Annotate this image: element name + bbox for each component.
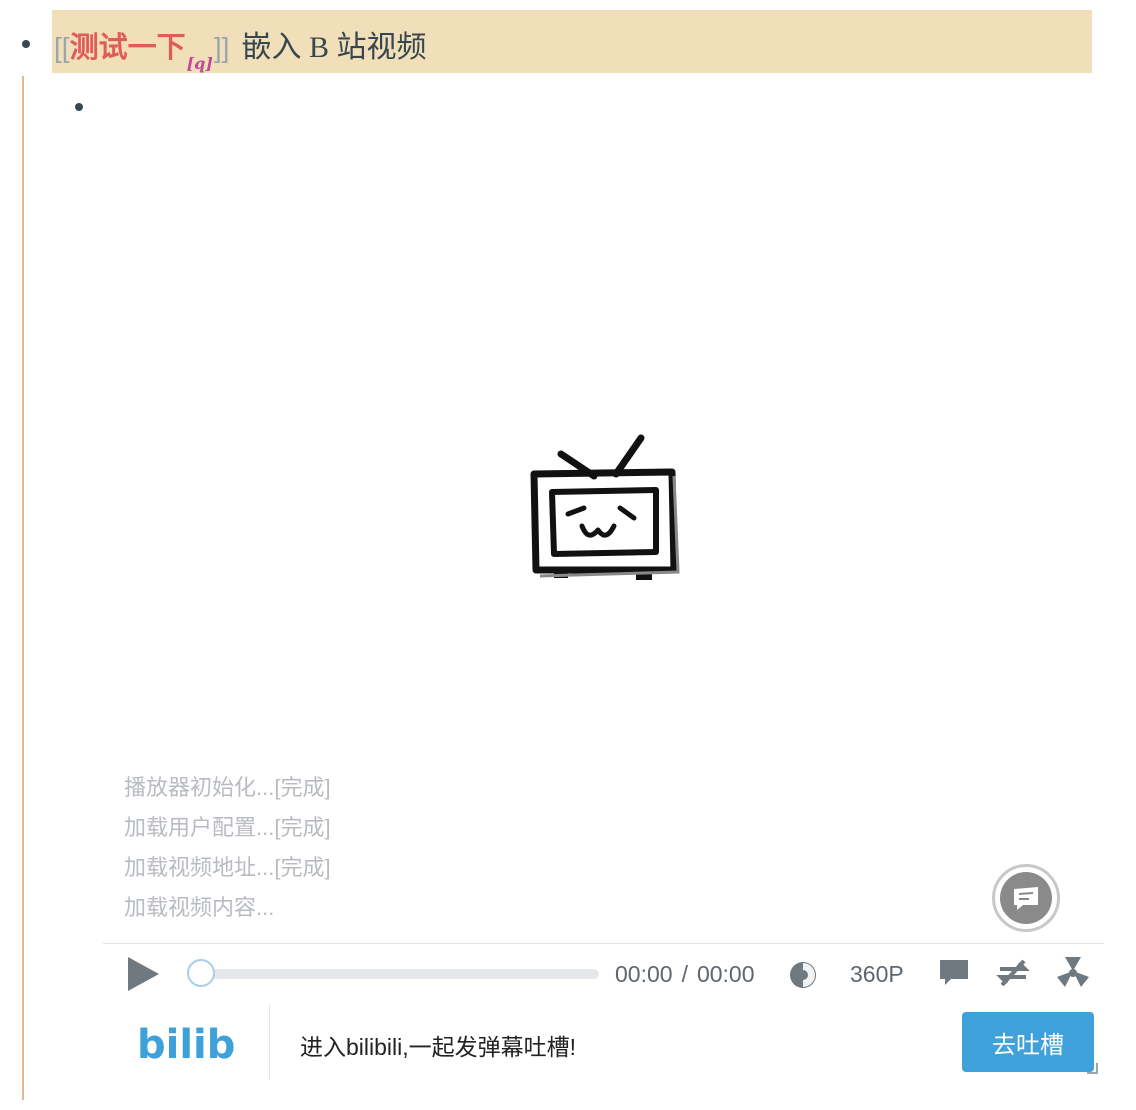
danmaku-toggle-icon[interactable] [938, 957, 970, 987]
quality-selector[interactable]: 360P [850, 961, 904, 988]
block-bullet[interactable] [22, 40, 30, 48]
danmaku-badge-button[interactable] [992, 864, 1060, 932]
loop-icon[interactable] [995, 957, 1031, 989]
block-title[interactable]: [[ 测试一下 [q] ]] 嵌入 B 站视频 [54, 22, 426, 73]
svg-text:bilibili: bilibili [137, 1022, 235, 1068]
loading-log-line: 加载用户配置...[完成] [124, 815, 331, 840]
loading-log-line: 播放器初始化...[完成] [124, 775, 331, 800]
footer-divider [269, 1004, 270, 1080]
time-display: 00:00 / 00:00 [615, 961, 755, 988]
time-separator: / [681, 961, 688, 987]
radiation-icon[interactable] [1055, 957, 1091, 989]
danmaku-badge-icon [1014, 887, 1038, 910]
progress-knob[interactable] [187, 959, 215, 987]
footer-invite-text: 进入bilibili,一起发弹幕吐槽! [300, 1034, 577, 1060]
resize-handle-icon[interactable] [1086, 1062, 1098, 1074]
loading-log: 播放器初始化...[完成] 加载用户配置...[完成] 加载视频地址...[完成… [124, 768, 331, 928]
page-ref-tag[interactable]: [q] [187, 54, 213, 73]
loading-log-line: 加载视频地址...[完成] [124, 855, 331, 880]
child-block-bullet[interactable] [75, 103, 83, 111]
play-icon[interactable] [125, 955, 161, 993]
bilibili-logo[interactable]: bilibili [137, 1018, 235, 1068]
page-ref-close-bracket: ]] [213, 32, 230, 63]
block-children-thread-line[interactable] [22, 76, 24, 1100]
player-control-bar: 00:00 / 00:00 360P [103, 943, 1104, 1005]
progress-bar[interactable] [189, 969, 599, 979]
time-current: 00:00 [615, 961, 673, 987]
loading-log-line: 加载视频内容... [124, 895, 275, 920]
block-title-text[interactable]: 嵌入 B 站视频 [241, 22, 426, 66]
go-comment-button[interactable]: 去吐槽 [962, 1012, 1094, 1072]
time-total: 00:00 [696, 961, 755, 987]
tv-logo-icon [530, 434, 680, 580]
page-reference-link[interactable]: 测试一下 [70, 24, 186, 66]
bilibili-video-player[interactable]: 播放器初始化...[完成] 加载用户配置...[完成] 加载视频地址...[完成… [103, 124, 1104, 944]
volume-icon[interactable] [786, 960, 820, 990]
player-footer: bilibili 进入bilibili,一起发弹幕吐槽! 去吐槽 [103, 1004, 1104, 1086]
page-ref-open-bracket: [[ [54, 32, 70, 63]
